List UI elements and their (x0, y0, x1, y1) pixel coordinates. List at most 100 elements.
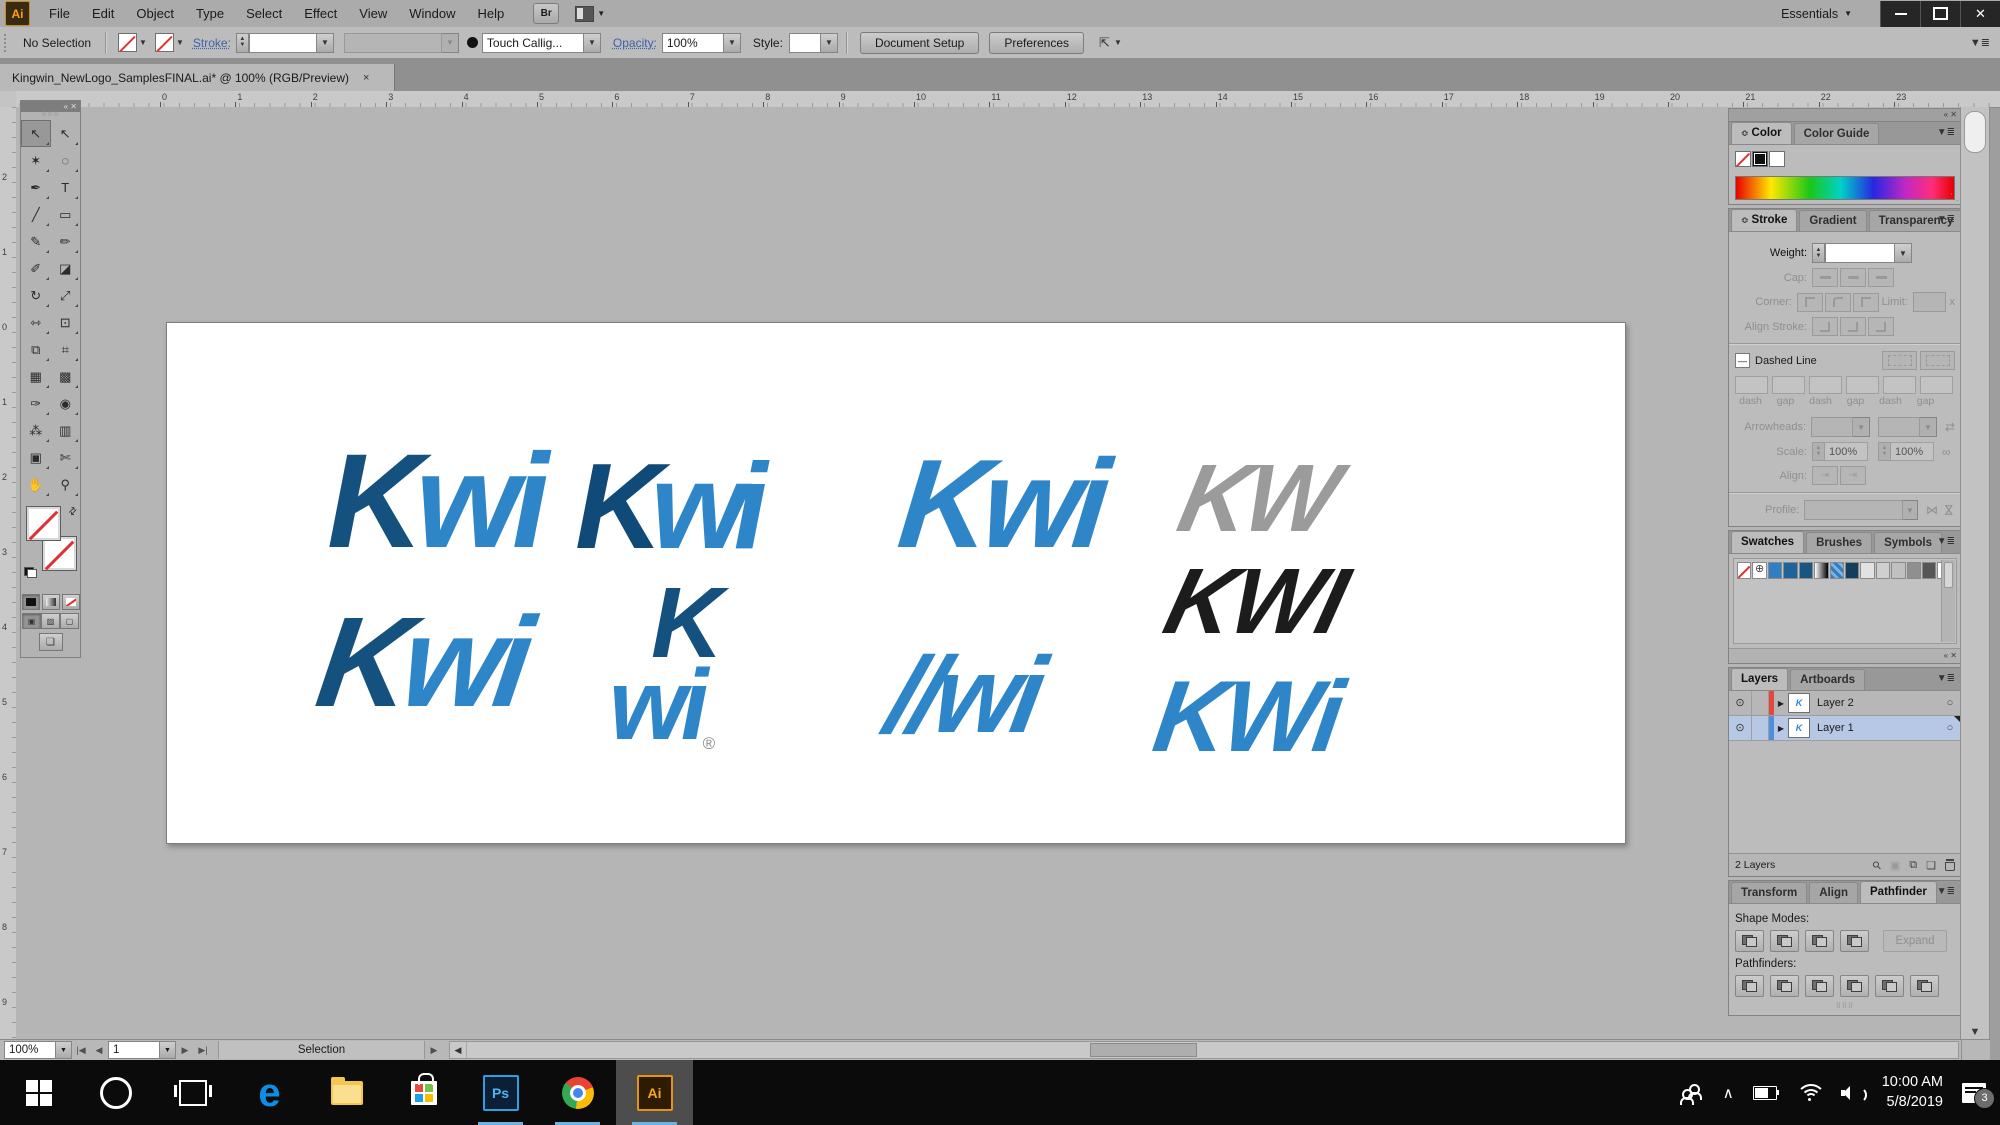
gap-field[interactable] (1920, 376, 1953, 394)
action-center-icon[interactable]: 3 (1962, 1083, 1986, 1103)
opacity-panel-link[interactable]: Opacity: (613, 36, 657, 50)
selection-tool[interactable]: ↖ (21, 120, 51, 147)
change-screen-mode-button[interactable]: ❏ (39, 633, 63, 651)
swatch-cfcfcf[interactable] (1876, 562, 1890, 579)
variable-width-profile-select[interactable] (344, 33, 442, 53)
draw-normal-button[interactable]: ▣ (22, 613, 41, 629)
tray-chevron-icon[interactable]: ∧ (1723, 1084, 1734, 1102)
first-artboard-icon[interactable]: |◀ (72, 1042, 90, 1058)
profile-dropdown[interactable]: ▼ (1903, 500, 1918, 520)
zoom-tool[interactable]: ⚲ (51, 471, 81, 498)
line-segment-tool[interactable]: ╱ (21, 201, 51, 228)
trim-button[interactable] (1770, 975, 1799, 997)
none-swatch[interactable] (1735, 151, 1751, 167)
align-end-button[interactable]: ⇥ (1840, 466, 1866, 485)
blend-tool[interactable]: ◉ (51, 390, 81, 417)
tab-layers-layers[interactable]: Layers (1731, 668, 1788, 690)
default-fill-stroke-icon[interactable] (24, 567, 37, 578)
status-expand-icon[interactable]: ▶ (425, 1042, 443, 1058)
ruler-origin-box[interactable] (0, 91, 17, 108)
gap-field[interactable] (1772, 376, 1805, 394)
lock-column[interactable] (1752, 691, 1769, 715)
stroke-weight-stepper[interactable]: ▲▼ (236, 33, 249, 53)
weight-field[interactable] (1825, 243, 1895, 263)
illustrator-taskbar-button[interactable]: Ai (616, 1060, 693, 1125)
divide-button[interactable] (1735, 975, 1764, 997)
layer-thumbnail[interactable]: K (1788, 693, 1810, 713)
visibility-eye-icon[interactable]: ⊙ (1729, 691, 1752, 715)
tools-panel-grip[interactable]: ⠿⠿⠿ (21, 112, 80, 120)
minimize-button[interactable] (1880, 1, 1920, 27)
artboard[interactable]: KwiKwiKwiKWKWIKwiKwi®//wiKWi (166, 322, 1626, 844)
merge-button[interactable] (1805, 975, 1834, 997)
workspace-caret-icon[interactable]: ▼ (1844, 9, 1852, 18)
tab-color-color[interactable]: ≎Color (1731, 122, 1792, 144)
layer-row-layer-2[interactable]: ⊙▶KLayer 2○ (1729, 691, 1961, 716)
draw-behind-button[interactable]: ▨ (41, 613, 60, 629)
layer-name[interactable]: Layer 1 (1817, 722, 1939, 734)
unite-button[interactable] (1735, 930, 1764, 952)
tab-pathfinder-transform[interactable]: Transform (1731, 882, 1807, 903)
logo-kwi-slashes[interactable]: //wi (879, 641, 1046, 749)
tab-swatches-brushes[interactable]: Brushes (1806, 532, 1872, 553)
dashed-line-checkbox[interactable]: — (1735, 353, 1750, 368)
align-dash-button[interactable] (1920, 351, 1955, 370)
zoom-level-field[interactable]: 100% (4, 1041, 56, 1059)
artboard-number-field[interactable]: 1 (108, 1041, 160, 1059)
tab-pathfinder-pathfinder[interactable]: Pathfinder (1860, 881, 1937, 903)
new-layer-icon[interactable]: ❏ (1926, 859, 1936, 872)
scroll-down-icon[interactable]: ▼ (1961, 1026, 1989, 1038)
round-cap-button[interactable] (1840, 268, 1866, 287)
menu-view[interactable]: View (348, 6, 398, 21)
scale-end-stepper[interactable]: ▲▼ (1878, 442, 1891, 461)
panel-menu-icon-swatches[interactable]: ▼≣ (1937, 536, 1955, 547)
tab-stroke-stroke[interactable]: ≎Stroke (1731, 209, 1797, 231)
none-button[interactable] (62, 594, 80, 610)
last-artboard-icon[interactable]: ▶| (194, 1042, 212, 1058)
volume-icon[interactable] (1841, 1085, 1863, 1101)
expand-arrow-icon[interactable]: ▶ (1774, 699, 1788, 708)
swatch-c0c0c0[interactable] (1891, 562, 1905, 579)
logo-kwi-black[interactable]: KWI (1156, 555, 1354, 648)
photoshop-button[interactable]: Ps (462, 1060, 539, 1125)
gradient-button[interactable] (42, 594, 60, 610)
direct-selection-tool[interactable]: ↖ (51, 120, 81, 147)
battery-icon[interactable] (1753, 1086, 1777, 1100)
weight-stepper[interactable]: ▲▼ (1812, 243, 1825, 263)
control-bar-menu-icon[interactable]: ▼≣ (1970, 36, 1990, 49)
logo-kw-gray[interactable]: KW (1171, 451, 1344, 547)
flip-across-icon[interactable]: ⋈ (1942, 504, 1956, 516)
horizontal-ruler[interactable]: 01234567891011121314151617181920212223 (16, 91, 2000, 108)
round-join-button[interactable] (1825, 293, 1851, 312)
color-group-header[interactable]: « ✕ (1728, 108, 1962, 121)
swatch-pattern[interactable] (1830, 562, 1844, 579)
cortana-button[interactable] (77, 1060, 154, 1125)
column-graph-tool[interactable]: ▥ (51, 417, 81, 444)
document-setup-button[interactable]: Document Setup (860, 32, 979, 54)
magic-wand-tool[interactable]: ✶ (21, 147, 51, 174)
exclude-button[interactable] (1840, 930, 1869, 952)
gradient-tool[interactable]: ▩ (51, 363, 81, 390)
people-icon[interactable] (1680, 1084, 1704, 1102)
dash-field[interactable] (1809, 376, 1842, 394)
menu-object[interactable]: Object (125, 6, 185, 21)
dash-field[interactable] (1883, 376, 1916, 394)
menu-select[interactable]: Select (235, 6, 293, 21)
arrowhead-end-select[interactable]: ▼ (1878, 417, 1937, 437)
swatches-scrollbar[interactable] (1941, 560, 1955, 642)
expand-arrow-icon[interactable]: ▶ (1774, 724, 1788, 733)
swatches-panel-footer[interactable]: « ✕ (1729, 648, 1961, 663)
control-bar-grip[interactable] (4, 34, 11, 52)
swatch-registration[interactable]: ⊕ (1752, 562, 1766, 579)
preferences-button[interactable]: Preferences (989, 32, 1084, 54)
vertical-scrollbar-thumb[interactable] (1964, 111, 1986, 153)
horizontal-scrollbar[interactable]: ◀ (449, 1041, 1959, 1059)
align-inside-button[interactable] (1840, 317, 1866, 336)
align-outside-button[interactable] (1868, 317, 1894, 336)
isolate-selection-icon[interactable]: ⇱ (1099, 35, 1110, 51)
isolate-caret-icon[interactable]: ▼ (1114, 38, 1122, 47)
maximize-button[interactable] (1920, 1, 1960, 27)
align-center-button[interactable] (1812, 317, 1838, 336)
document-close-icon[interactable]: × (363, 72, 369, 84)
menu-window[interactable]: Window (398, 6, 466, 21)
